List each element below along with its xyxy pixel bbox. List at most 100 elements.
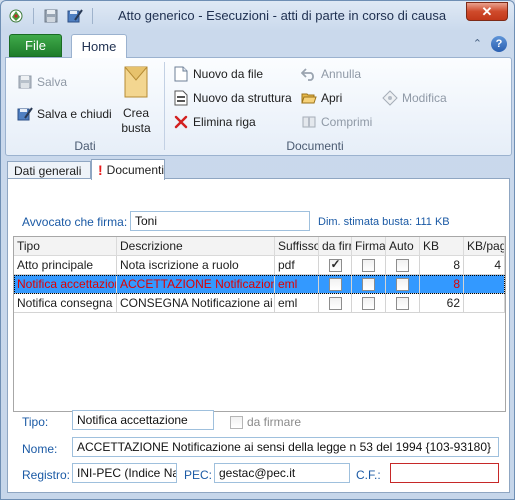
comprimi-button[interactable]: Comprimi <box>301 114 372 130</box>
modifica-button[interactable]: Modifica <box>382 90 447 106</box>
cell-auto <box>386 294 420 313</box>
column-header-suffisso[interactable]: Suffisso <box>275 237 319 256</box>
cell-descrizione: ACCETTAZIONE Notificazione a <box>117 275 275 294</box>
dim-stimata-label: Dim. stimata busta: 111 KB <box>318 216 450 228</box>
nome-label: Nome: <box>22 442 58 456</box>
registro-label: Registro: <box>22 468 71 482</box>
pec-field[interactable]: gestac@pec.it <box>214 463 350 483</box>
table-row[interactable]: Atto principale Nota iscrizione a ruolo … <box>14 256 505 275</box>
ribbon-group-documenti: Nuovo da file Nuovo da struttura Elimina… <box>165 58 465 155</box>
tab-dati-generali-label: Dati generali <box>14 163 82 178</box>
apri-button[interactable]: Apri <box>301 90 342 106</box>
cell-da-firmare <box>319 275 352 294</box>
cell-kb: 8 <box>420 256 464 275</box>
close-button[interactable]: ✕ <box>466 2 508 21</box>
cell-tipo: Atto principale <box>14 256 117 275</box>
annulla-label: Annulla <box>321 67 362 81</box>
cf-label: C.F.: <box>356 468 381 482</box>
cell-auto <box>386 275 420 294</box>
home-tab[interactable]: Home <box>71 34 127 58</box>
table-row[interactable]: Notifica consegna CONSEGNA Notificazione… <box>14 294 505 313</box>
column-header-firma[interactable]: Firma <box>352 237 386 256</box>
minimize-ribbon-icon[interactable]: ⌃ <box>473 37 482 50</box>
firma-checkbox[interactable] <box>362 278 375 292</box>
avvocato-field[interactable]: Toni <box>130 211 310 231</box>
ribbon-group-label-dati: Dati <box>74 139 96 153</box>
cell-tipo: Notifica consegna <box>14 294 117 313</box>
modifica-label: Modifica <box>402 91 447 105</box>
column-header-tipo[interactable]: Tipo <box>14 237 117 256</box>
auto-checkbox[interactable] <box>396 297 409 311</box>
cell-da-firmare <box>319 256 352 275</box>
cell-firma <box>352 294 386 313</box>
cell-kb-pag <box>464 275 505 294</box>
annulla-button[interactable]: Annulla <box>301 66 361 82</box>
ribbon-tab-row: File Home ⌃ ? <box>1 31 514 58</box>
elimina-riga-button[interactable]: Elimina riga <box>173 114 256 130</box>
salva-e-chiudi-button[interactable]: Salva e chiudi <box>17 106 112 122</box>
save-and-close-icon[interactable] <box>66 7 84 25</box>
column-header-descrizione[interactable]: Descrizione <box>117 237 275 256</box>
avvocato-label: Avvocato che firma: <box>22 215 128 229</box>
column-header-kb[interactable]: KB <box>420 237 464 256</box>
da-firmare-checkbox[interactable] <box>328 278 342 292</box>
title-bar: Atto generico - Esecuzioni - atti di par… <box>1 1 514 31</box>
cell-suffisso: pdf <box>275 256 319 275</box>
registro-field[interactable]: INI-PEC (Indice Nazio <box>72 463 177 483</box>
help-icon[interactable]: ? <box>491 36 507 52</box>
nuovo-da-struttura-button[interactable]: Nuovo da struttura <box>173 90 292 106</box>
nome-field[interactable]: ACCETTAZIONE Notificazione ai sensi dell… <box>72 437 499 457</box>
firma-checkbox[interactable] <box>362 297 375 311</box>
pec-label: PEC: <box>184 468 213 482</box>
auto-checkbox[interactable] <box>396 259 409 273</box>
cell-kb-pag: 4 <box>464 256 505 275</box>
salva-e-chiudi-label: Salva e chiudi <box>37 107 112 121</box>
grid-header-row: Tipo Descrizione Suffisso da firr Firma … <box>14 237 505 256</box>
da-firmare-option[interactable]: da firmare <box>230 415 301 429</box>
nuovo-da-file-label: Nuovo da file <box>193 67 264 81</box>
crea-label: Crea <box>122 106 149 120</box>
cell-da-firmare <box>319 294 352 313</box>
cell-descrizione: Nota iscrizione a ruolo <box>117 256 275 275</box>
tipo-label: Tipo: <box>22 415 49 429</box>
column-header-da-firmare[interactable]: da firr <box>319 237 352 256</box>
open-folder-icon <box>301 90 317 106</box>
cell-kb: 62 <box>420 294 464 313</box>
undo-icon <box>301 66 317 82</box>
qat-separator <box>92 8 93 24</box>
da-firmare-checkbox[interactable] <box>230 415 243 429</box>
ribbon: Salva Salva e chiudi Crea busta Dati Nuo… <box>5 57 512 156</box>
window-title: Atto generico - Esecuzioni - atti di par… <box>118 8 447 23</box>
envelope-icon <box>123 66 149 102</box>
quick-access-toolbar <box>7 7 95 25</box>
comprimi-label: Comprimi <box>321 115 373 129</box>
cell-kb: 8 <box>420 275 464 294</box>
new-file-icon <box>173 66 189 82</box>
column-header-auto[interactable]: Auto <box>386 237 420 256</box>
delete-icon <box>173 114 189 130</box>
cell-descrizione: CONSEGNA Notificazione ai ser <box>117 294 275 313</box>
auto-checkbox[interactable] <box>396 278 409 292</box>
tipo-field[interactable]: Notifica accettazione <box>72 410 214 430</box>
crea-busta-button[interactable]: Crea busta <box>114 66 158 136</box>
busta-label: busta <box>121 121 151 135</box>
da-firmare-checkbox[interactable] <box>328 297 342 311</box>
cell-tipo: Notifica accettazione <box>14 275 117 294</box>
nuovo-da-file-button[interactable]: Nuovo da file <box>173 66 263 82</box>
app-emblem-icon[interactable] <box>7 7 25 25</box>
file-tab[interactable]: File <box>9 34 62 57</box>
save-icon[interactable] <box>42 7 60 25</box>
cf-field[interactable] <box>390 463 499 483</box>
salva-button[interactable]: Salva <box>17 74 67 90</box>
da-firmare-checkbox[interactable] <box>328 257 342 273</box>
column-header-kb-pag[interactable]: KB/pag <box>464 237 505 256</box>
apri-label: Apri <box>321 91 343 105</box>
app-window: Atto generico - Esecuzioni - atti di par… <box>0 0 515 500</box>
tab-documenti[interactable]: ! Documenti <box>91 159 165 180</box>
cell-firma <box>352 275 386 294</box>
documenti-panel: Avvocato che firma: Toni Dim. stimata bu… <box>7 178 510 493</box>
qat-separator <box>33 8 34 24</box>
firma-checkbox[interactable] <box>362 259 375 273</box>
tab-dati-generali[interactable]: Dati generali <box>7 161 91 179</box>
table-row-selected[interactable]: Notifica accettazione ACCETTAZIONE Notif… <box>14 275 505 294</box>
